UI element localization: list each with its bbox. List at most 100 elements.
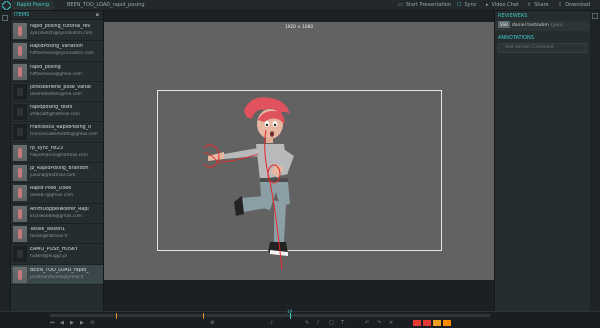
timeline: 19 ⏮ ◀ ▶ ▶ ⟲ ⊕ ♪ ✎ / □ T ↶ ↷ ✕: [0, 309, 600, 328]
top-bar: Rapid Posing BEEN_TOO_LOAD_rapid_posing …: [0, 0, 600, 11]
viewer-area: 1920 × 1080: [104, 11, 494, 311]
play-icon[interactable]: ▶: [70, 320, 74, 326]
list-item[interactable]: jonesberlene_pose_variat lanimatedtom@me.…: [11, 82, 103, 103]
loop-icon[interactable]: ⟲: [90, 320, 94, 326]
list-item[interactable]: BEEN_TOO_LOAD_rapid_ jonathanmcneil@ymail…: [11, 264, 103, 285]
item-title: rp_sync_fst23: [30, 145, 64, 151]
resolution-label: 1920 × 1080: [284, 25, 314, 30]
list-item[interactable]: Francesca_RapidPosing_0 francescaBertolot…: [11, 122, 103, 143]
prev-frame-icon[interactable]: ◀: [60, 320, 64, 326]
reviewer-name: daniel testsubm: [511, 23, 549, 28]
list-item[interactable]: Rapid Pose_Doee doee87@gmail.com: [11, 183, 103, 204]
start-presentation-button[interactable]: ▭ Start Presentation: [398, 1, 451, 10]
text-tool-icon[interactable]: T: [341, 320, 344, 326]
download-button[interactable]: ⇩ Download: [558, 1, 590, 10]
list-item[interactable]: rapid_posing_tutorial_rev syncsketch@sync…: [11, 21, 103, 42]
items-title: ITEMS: [14, 12, 30, 18]
item-subtitle: hifflesmove@gmail.com: [30, 71, 82, 77]
color-swatch-amber[interactable]: [443, 320, 451, 326]
tab-item[interactable]: BEEN_TOO_LOAD_rapid_posing: [62, 1, 150, 10]
shape-tool-icon[interactable]: □: [329, 320, 334, 326]
list-item[interactable]: Tessie_lesson1 tessie@hotmail.fr: [11, 224, 103, 245]
first-frame-icon[interactable]: ⏮: [50, 320, 55, 326]
item-title: jp_RapidPosing_Brandon: [30, 166, 89, 172]
item-subtitle: lanimatedtom@me.com: [30, 91, 82, 97]
reviewers-title: REVIEWERS: [498, 13, 528, 19]
line-tool-icon[interactable]: /: [317, 320, 319, 326]
list-item[interactable]: rp_sync_fst23 fillipemarino@hotmail.com: [11, 143, 103, 164]
item-thumbnail: [13, 83, 27, 100]
video-chat-button[interactable]: ▸ Video Chat: [486, 1, 519, 10]
item-thumbnail: [13, 63, 27, 80]
item-title: rapid_posing_tutorial_rev: [30, 24, 91, 29]
sync-icon: ☐: [457, 2, 462, 8]
timeline-track[interactable]: 19: [50, 309, 490, 319]
reviewer-tag: SSB: [498, 21, 510, 28]
item-title: EAMO_POSE_HUSKY: [30, 247, 78, 253]
item-thumbnail: [13, 246, 27, 263]
undo-icon[interactable]: ↶: [365, 320, 369, 326]
right-tool-rail: [590, 11, 600, 311]
color-swatch-red-2[interactable]: [423, 320, 431, 326]
item-title: AnimDoppelwoefer_Rapi: [30, 206, 89, 212]
item-subtitle: jonathanmcneil@ymail.fr: [30, 274, 84, 280]
item-thumbnail: [13, 205, 27, 222]
annotation-marker[interactable]: [116, 313, 117, 319]
list-item[interactable]: rapid_posing hifflesmove@gmail.com: [11, 62, 103, 82]
item-title: rapidposing_tests: [30, 105, 73, 111]
item-subtitle: hifflesmove@syncsketch.com: [30, 51, 94, 57]
item-thumbnail: [13, 185, 27, 202]
panel-collapse-icon[interactable]: [592, 13, 598, 19]
list-item[interactable]: EAMO_POSE_HUSKY hubert@nuggs.pl: [11, 244, 103, 265]
item-title: Francesca_RapidPosing_0: [30, 125, 92, 131]
item-thumbnail: [13, 43, 27, 60]
item-title: jonesberlene_pose_variat: [30, 84, 92, 90]
reviewer-row[interactable]: SSB daniel testsubm (you): [495, 21, 590, 31]
list-item[interactable]: AnimDoppelwoefer_Rapi kschwoebel@gmail.co…: [11, 204, 103, 224]
share-button[interactable]: ⇧ Share: [527, 1, 549, 10]
zoom-icon[interactable]: ⊕: [210, 320, 214, 326]
item-thumbnail: [13, 266, 27, 283]
panel-toggle-icon[interactable]: [2, 15, 8, 21]
share-icon: ⇧: [527, 2, 532, 8]
next-frame-icon[interactable]: ▶: [80, 320, 84, 326]
item-subtitle: doee87@gmail.com: [30, 193, 73, 199]
color-swatch-red[interactable]: [413, 320, 421, 326]
download-icon: ⇩: [558, 2, 563, 8]
redo-icon[interactable]: ↷: [377, 320, 381, 326]
video-chat-icon: ▸: [486, 2, 489, 8]
annotation-marker[interactable]: [203, 313, 204, 319]
playback-controls: ⏮ ◀ ▶ ▶ ⟲ ⊕ ♪ ✎ / □ T ↶ ↷ ✕: [50, 320, 590, 328]
delete-icon[interactable]: ✕: [389, 320, 393, 326]
item-subtitle: tessie@hotmail.fr: [30, 233, 68, 239]
list-item[interactable]: rapidposing_tests vmbcwtt@hotmail.com: [11, 102, 103, 123]
pen-tool-icon[interactable]: ✎: [305, 320, 309, 326]
present-icon: ▭: [398, 2, 403, 8]
character-figure: [204, 97, 294, 271]
list-item[interactable]: RapidPosing_Variation hifflesmove@syncske…: [11, 41, 103, 62]
color-swatch-orange[interactable]: [433, 320, 441, 326]
tab-project[interactable]: Rapid Posing: [12, 1, 54, 10]
mute-icon[interactable]: ♪: [270, 320, 273, 326]
reviewers-panel: REVIEWERS SSB daniel testsubm (you) ANNOTA…: [494, 11, 590, 311]
sync-button[interactable]: ☐ Sync: [457, 1, 477, 10]
item-subtitle: francescaBertolotti@gmail.com: [30, 132, 98, 138]
item-thumbnail: [13, 124, 27, 141]
item-title: Rapid Pose_Doee: [30, 186, 72, 192]
syncsketch-logo-icon[interactable]: [2, 1, 11, 10]
viewport[interactable]: 1920 × 1080: [104, 22, 494, 280]
item-subtitle: fillipemarino@hotmail.com: [30, 152, 88, 158]
item-subtitle: syncsketch@syncsketch.com: [30, 31, 93, 36]
item-thumbnail: [13, 225, 27, 242]
items-panel-header: ITEMS ▪: [11, 11, 103, 20]
items-panel: ITEMS ▪ rapid_posing_tutorial_revsyncske…: [11, 11, 104, 311]
item-title: rapid_posing: [30, 64, 61, 70]
item-title: Tessie_lesson1: [30, 226, 66, 232]
playhead[interactable]: [290, 313, 291, 319]
annotation-comment-input[interactable]: Add Version Comment: [498, 43, 587, 53]
item-thumbnail: [13, 23, 27, 39]
items-list: rapid_posing_tutorial_rev syncsketch@sync…: [11, 21, 103, 285]
list-item[interactable]: jp_RapidPosing_Brandon juliana@hotmail.co…: [11, 163, 103, 184]
item-subtitle: vmbcwtt@hotmail.com: [30, 112, 80, 118]
close-panel-icon[interactable]: ▪: [96, 11, 99, 20]
